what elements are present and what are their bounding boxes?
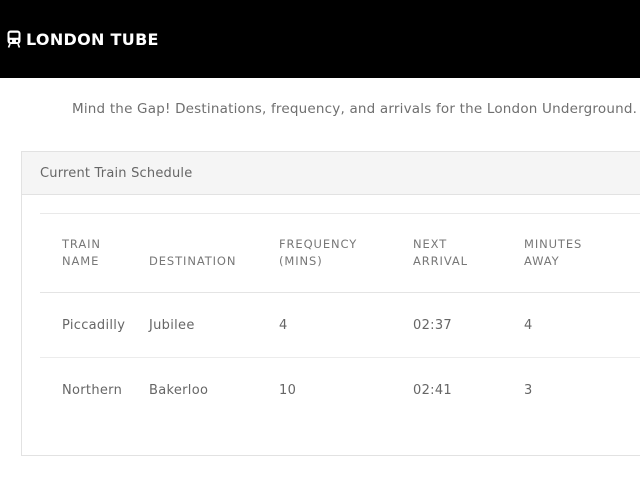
brand-link[interactable]: LONDON TUBE bbox=[7, 30, 159, 49]
schedule-panel: Current Train Schedule TRAIN NAME DESTINA… bbox=[21, 151, 640, 456]
col-header-train-name: TRAIN NAME bbox=[62, 237, 101, 268]
col-header-next-arrival: NEXT ARRIVAL bbox=[413, 237, 468, 268]
cell-minutes-away: 4 bbox=[524, 317, 533, 333]
cell-next-arrival: 02:41 bbox=[413, 382, 452, 398]
cell-destination: Jubilee bbox=[149, 317, 195, 333]
cell-frequency: 10 bbox=[279, 382, 297, 398]
table-header-row: TRAIN NAME DESTINATION FREQUENCY (MINS) NE… bbox=[40, 213, 640, 293]
table-row: Northern Bakerloo 10 02:41 3 bbox=[40, 358, 640, 423]
train-icon bbox=[7, 30, 21, 48]
page-tagline: Mind the Gap! Destinations, frequency, a… bbox=[72, 101, 638, 117]
table-row: Piccadilly Jubilee 4 02:37 4 bbox=[40, 293, 640, 358]
navbar: LONDON TUBE bbox=[0, 0, 640, 78]
cell-next-arrival: 02:37 bbox=[413, 317, 452, 333]
cell-destination: Bakerloo bbox=[149, 382, 209, 398]
col-header-minutes-away: MINUTES AWAY bbox=[524, 237, 583, 268]
schedule-table-wrap: TRAIN NAME DESTINATION FREQUENCY (MINS) NE… bbox=[40, 213, 640, 422]
panel-heading: Current Train Schedule bbox=[22, 152, 640, 195]
schedule-table: TRAIN NAME DESTINATION FREQUENCY (MINS) NE… bbox=[40, 213, 640, 422]
col-header-frequency: FREQUENCY (MINS) bbox=[279, 237, 358, 268]
cell-frequency: 4 bbox=[279, 317, 288, 333]
brand-title: LONDON TUBE bbox=[26, 29, 159, 49]
col-header-destination: DESTINATION bbox=[149, 254, 237, 268]
cell-train-name: Piccadilly bbox=[62, 317, 126, 333]
cell-minutes-away: 3 bbox=[524, 382, 533, 398]
cell-train-name: Northern bbox=[62, 382, 123, 398]
